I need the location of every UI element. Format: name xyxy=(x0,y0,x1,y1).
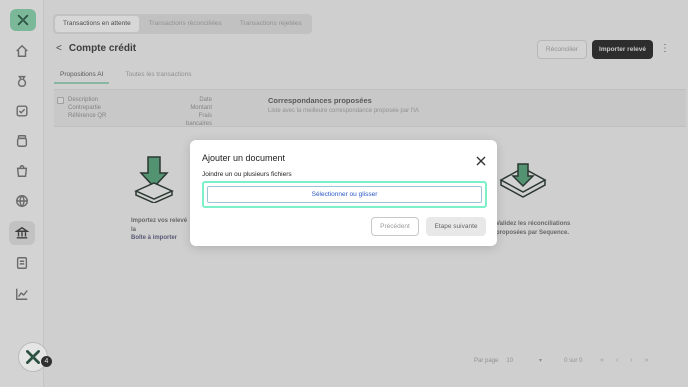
dropzone-label[interactable]: Sélectionner ou glisser xyxy=(312,191,378,198)
next-step-button[interactable]: Etape suivante xyxy=(426,217,486,236)
close-icon[interactable] xyxy=(476,153,486,166)
add-document-modal: Ajouter un document Joindre un ou plusie… xyxy=(190,140,497,246)
file-dropzone[interactable]: Sélectionner ou glisser xyxy=(202,181,487,208)
modal-title: Ajouter un document xyxy=(202,153,286,163)
modal-subtitle: Joindre un ou plusieurs fichiers xyxy=(202,171,292,178)
previous-button[interactable]: Précédent xyxy=(371,217,419,236)
